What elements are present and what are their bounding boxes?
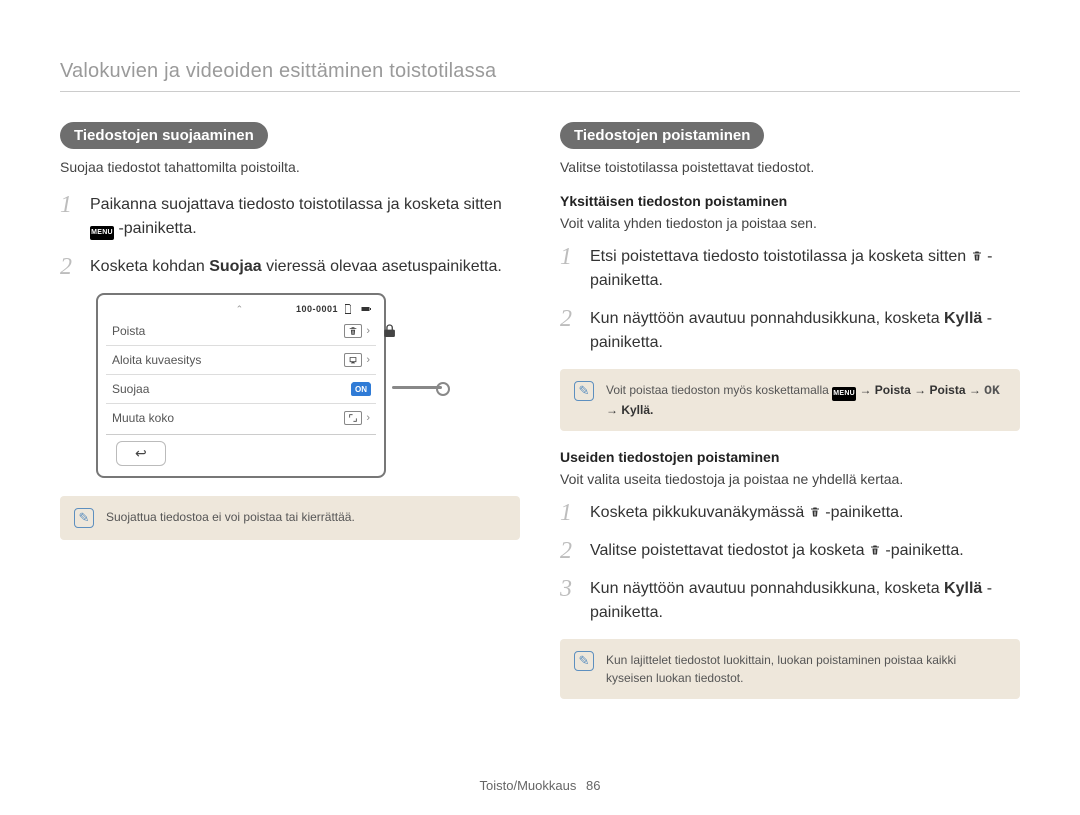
step-number: 1: [560, 501, 580, 525]
right-column: Tiedostojen poistaminen Valitse toistoti…: [560, 122, 1020, 717]
delete-intro: Valitse toistotilassa poistettavat tiedo…: [560, 159, 1020, 175]
subheading-multi: Useiden tiedostojen poistaminen: [560, 449, 1020, 465]
text: -painiketta.: [885, 542, 963, 559]
battery-icon: [358, 303, 374, 315]
step-number: 2: [60, 255, 80, 279]
step-text: Kun näyttöön avautuu ponnahdusikkuna, ko…: [590, 307, 1020, 355]
card-icon: [342, 303, 354, 315]
footer-section: Toisto/Muokkaus: [480, 778, 577, 793]
chevron-right-icon: ›: [366, 412, 370, 424]
menu-row-delete[interactable]: Poista ›: [106, 317, 376, 346]
trash-icon: [809, 505, 821, 519]
text-strong: → Poista → Poista →: [859, 383, 984, 397]
text: Paikanna suojattava tiedosto toistotilas…: [90, 196, 502, 213]
multi-step-3: 3 Kun näyttöön avautuu ponnahdusikkuna, …: [560, 577, 1020, 625]
protect-step-2: 2 Kosketa kohdan Suojaa vieressä olevaa …: [60, 255, 520, 279]
note-text: Suojattua tiedostoa ei voi poistaa tai k…: [106, 508, 355, 526]
menu-label: Poista: [112, 324, 145, 338]
ok-icon: OK: [984, 381, 1000, 401]
chevron-right-icon: ›: [366, 325, 370, 337]
menu-label: Muuta koko: [112, 411, 174, 425]
note-category: ✎ Kun lajittelet tiedostot luokittain, l…: [560, 639, 1020, 699]
protect-intro: Suojaa tiedostot tahattomilta poistoilta…: [60, 159, 520, 175]
step-text: Kosketa kohdan Suojaa vieressä olevaa as…: [90, 255, 502, 279]
step-text: Valitse poistettavat tiedostot ja kosket…: [590, 539, 964, 563]
multi-step-1: 1 Kosketa pikkukuvanäkymässä -painiketta…: [560, 501, 1020, 525]
text-strong: Kyllä: [944, 580, 982, 597]
step-number: 2: [560, 539, 580, 563]
content-columns: Tiedostojen suojaaminen Suojaa tiedostot…: [60, 122, 1020, 717]
trash-icon: [344, 324, 362, 338]
text: Etsi poistettava tiedosto toistotilassa …: [590, 248, 971, 265]
text: -painiketta.: [825, 504, 903, 521]
trash-icon: [971, 249, 983, 263]
trash-icon: [869, 543, 881, 557]
step-text: Paikanna suojattava tiedosto toistotilas…: [90, 193, 520, 241]
text: Kosketa pikkukuvanäkymässä: [590, 504, 809, 521]
section-badge-protect: Tiedostojen suojaaminen: [60, 122, 268, 149]
step-text: Kun näyttöön avautuu ponnahdusikkuna, ko…: [590, 577, 1020, 625]
toggle-on-icon: ON: [352, 382, 370, 396]
step-text: Etsi poistettava tiedosto toistotilassa …: [590, 245, 1020, 293]
text: Valitse poistettavat tiedostot ja kosket…: [590, 542, 869, 559]
note-text: Kun lajittelet tiedostot luokittain, luo…: [606, 651, 1006, 687]
step-number: 1: [560, 245, 580, 269]
single-intro: Voit valita yhden tiedoston ja poistaa s…: [560, 215, 1020, 231]
camera-statusbar: ⌃ 100-0001: [106, 303, 376, 317]
step-number: 2: [560, 307, 580, 331]
step-number: 1: [60, 193, 80, 217]
note-icon: ✎: [74, 508, 94, 528]
page-number: 86: [586, 778, 600, 793]
note-text: Voit poistaa tiedoston myös koskettamall…: [606, 381, 1006, 419]
multi-step-2: 2 Valitse poistettavat tiedostot ja kosk…: [560, 539, 1020, 563]
note-delete-alt: ✎ Voit poistaa tiedoston myös koskettama…: [560, 369, 1020, 431]
camera-footer: ↩: [106, 434, 376, 468]
text: Kun näyttöön avautuu ponnahdusikkuna, ko…: [590, 310, 944, 327]
resize-icon: [344, 411, 362, 425]
single-step-1: 1 Etsi poistettava tiedosto toistotilass…: [560, 245, 1020, 293]
protect-step-1: 1 Paikanna suojattava tiedosto toistotil…: [60, 193, 520, 241]
menu-label: Aloita kuvaesitys: [112, 353, 201, 367]
back-button[interactable]: ↩: [116, 441, 166, 466]
menu-row-resize[interactable]: Muuta koko ›: [106, 404, 376, 432]
multi-intro: Voit valita useita tiedostoja ja poistaa…: [560, 471, 1020, 487]
menu-icon: MENU: [90, 226, 114, 240]
slideshow-icon: [344, 353, 362, 367]
text: vieressä olevaa asetuspainiketta.: [266, 258, 502, 275]
text: Voit poistaa tiedoston myös koskettamall…: [606, 383, 832, 397]
camera-screenshot: ⌃ 100-0001 Poista › Aloita kuvaesitys: [96, 293, 386, 478]
step-number: 3: [560, 577, 580, 601]
lock-icon: [382, 323, 398, 342]
text: -painiketta.: [118, 220, 196, 237]
text: Kosketa kohdan: [90, 258, 209, 275]
text-strong: Kyllä: [944, 310, 982, 327]
subheading-single: Yksittäisen tiedoston poistaminen: [560, 193, 1020, 209]
note-icon: ✎: [574, 651, 594, 671]
menu-row-protect[interactable]: Suojaa ON: [106, 375, 376, 404]
file-counter: 100-0001: [296, 304, 338, 314]
page-footer: Toisto/Muokkaus 86: [0, 778, 1080, 793]
menu-label: Suojaa: [112, 382, 149, 396]
text: Kun näyttöön avautuu ponnahdusikkuna, ko…: [590, 580, 944, 597]
step-text: Kosketa pikkukuvanäkymässä -painiketta.: [590, 501, 904, 525]
single-step-2: 2 Kun näyttöön avautuu ponnahdusikkuna, …: [560, 307, 1020, 355]
note-protect: ✎ Suojattua tiedostoa ei voi poistaa tai…: [60, 496, 520, 540]
text-strong: → Kyllä.: [606, 403, 653, 417]
note-icon: ✎: [574, 381, 594, 401]
page-title: Valokuvien ja videoiden esittäminen tois…: [60, 60, 1020, 92]
camera-menu-list: Poista › Aloita kuvaesitys › Suojaa: [106, 317, 376, 432]
left-column: Tiedostojen suojaaminen Suojaa tiedostot…: [60, 122, 520, 717]
menu-icon: MENU: [832, 387, 856, 401]
menu-row-slideshow[interactable]: Aloita kuvaesitys ›: [106, 346, 376, 375]
section-badge-delete: Tiedostojen poistaminen: [560, 122, 764, 149]
chevron-right-icon: ›: [366, 354, 370, 366]
chevron-up-icon: ⌃: [236, 304, 244, 315]
text-strong: Suojaa: [209, 258, 261, 275]
